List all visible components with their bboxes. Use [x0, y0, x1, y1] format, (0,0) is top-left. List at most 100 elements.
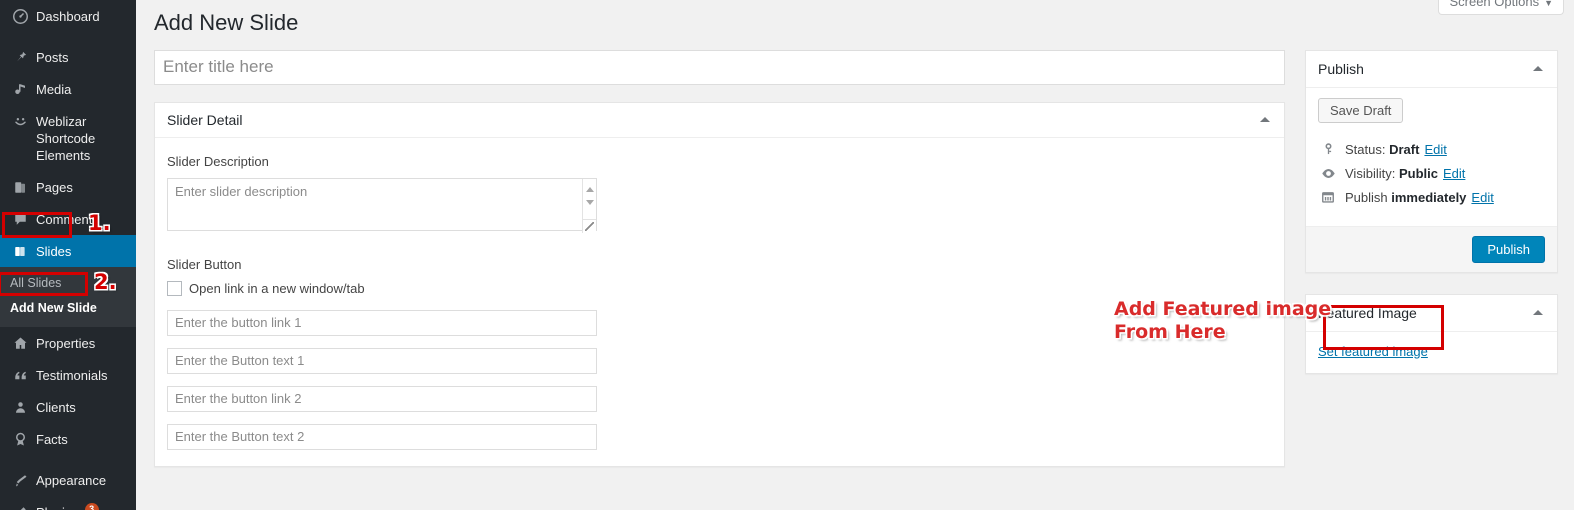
- dashboard-icon: [10, 7, 30, 25]
- publish-status-label: Status:: [1345, 141, 1386, 157]
- publish-panel-header[interactable]: Publish: [1306, 51, 1557, 88]
- clients-icon: [10, 398, 30, 416]
- annotation-step-1: 1.: [88, 211, 111, 235]
- sidebar-item-label: Slides: [36, 244, 72, 259]
- editor-sidebar-column: Publish Save Draft Status: Draft Edit Vi…: [1305, 49, 1558, 374]
- sidebar-item-testimonials[interactable]: Testimonials: [0, 359, 136, 391]
- featured-image-panel-body: Set featured image: [1306, 332, 1557, 373]
- chevron-up-icon[interactable]: [1260, 117, 1270, 123]
- open-new-window-label: Open link in a new window/tab: [189, 280, 365, 296]
- publish-visibility-label: Visibility:: [1345, 165, 1396, 181]
- set-featured-image-link[interactable]: Set featured image: [1318, 344, 1428, 359]
- sidebar-item-dashboard[interactable]: Dashboard: [0, 0, 136, 32]
- sidebar-item-label: Properties: [36, 336, 96, 351]
- slider-description-textarea[interactable]: [167, 177, 597, 231]
- smiley-icon: [10, 112, 30, 130]
- eye-icon: [1318, 166, 1338, 181]
- sidebar-item-properties[interactable]: Properties: [0, 327, 136, 359]
- sidebar-separator: [0, 32, 136, 41]
- page-title: Add New Slide: [154, 10, 299, 35]
- annotation-featured-image-note: Add Featured image From Here: [1114, 298, 1331, 344]
- calendar-icon: [1318, 190, 1338, 204]
- media-icon: [10, 80, 30, 98]
- sidebar-item-label: Posts: [36, 50, 69, 65]
- slider-detail-panel: Slider Detail Slider Description Enter s…: [154, 101, 1285, 467]
- sidebar-item-label: Dashboard: [36, 9, 100, 24]
- main-content: Screen Options ▼ Add New Slide Slider Det…: [136, 0, 1574, 510]
- sidebar-item-label: Clients: [36, 400, 76, 415]
- sidebar-item-weblizar-shortcode-elements[interactable]: Weblizar Shortcode Elements: [0, 105, 136, 171]
- sidebar-item-posts[interactable]: Posts: [0, 41, 136, 73]
- screen-options-toggle[interactable]: Screen Options ▼: [1438, 0, 1564, 15]
- featured-image-panel: Featured Image Set featured image: [1305, 293, 1558, 374]
- slider-detail-panel-title: Slider Detail: [167, 111, 243, 128]
- save-draft-button[interactable]: Save Draft: [1318, 97, 1404, 123]
- slider-detail-panel-header[interactable]: Slider Detail: [155, 103, 1284, 138]
- featured-image-panel-header[interactable]: Featured Image: [1306, 295, 1557, 332]
- sidebar-item-label: Testimonials: [36, 368, 108, 383]
- sidebar-item-label: Plugins: [36, 503, 79, 510]
- edit-visibility-link[interactable]: Edit: [1443, 166, 1465, 181]
- sidebar-item-label: Media: [36, 82, 72, 97]
- sidebar-item-facts[interactable]: Facts: [0, 423, 136, 455]
- featured-image-panel-title: Featured Image: [1318, 304, 1417, 321]
- sidebar-item-label: Appearance: [36, 473, 107, 488]
- quote-icon: [10, 366, 30, 384]
- slider-description-wrapper: [167, 177, 597, 234]
- sidebar-separator: [0, 455, 136, 464]
- editor-main-column: Slider Detail Slider Description: [154, 49, 1285, 467]
- sidebar-item-appearance[interactable]: Appearance: [0, 464, 136, 496]
- publish-status-row: Status: Draft Edit: [1318, 142, 1545, 157]
- plug-icon: [10, 503, 30, 510]
- button-text-2-input[interactable]: [167, 423, 597, 450]
- plugins-update-badge: 3: [84, 503, 99, 510]
- comments-icon: [10, 210, 30, 228]
- sidebar-item-plugins[interactable]: Plugins 3: [0, 496, 136, 510]
- chevron-up-icon[interactable]: [1533, 66, 1543, 72]
- slides-icon: [10, 242, 30, 260]
- button-link-1-input[interactable]: [167, 309, 597, 336]
- scroll-down-arrow-icon[interactable]: [585, 199, 594, 205]
- chevron-down-icon: ▼: [1544, 0, 1553, 8]
- submenu-item-label: All Slides: [10, 276, 62, 290]
- edit-schedule-link[interactable]: Edit: [1471, 190, 1493, 205]
- slider-description-label: Slider Description: [167, 153, 269, 169]
- home-icon: [10, 334, 30, 352]
- sidebar-item-slides[interactable]: Slides: [0, 235, 136, 267]
- key-icon: [1318, 142, 1338, 156]
- button-text-1-input[interactable]: [167, 347, 597, 374]
- open-new-window-row[interactable]: Open link in a new window/tab: [167, 280, 1272, 296]
- button-link-2-input[interactable]: [167, 385, 597, 412]
- publish-visibility-value: Public: [1398, 165, 1438, 181]
- chevron-up-icon[interactable]: [1533, 310, 1543, 316]
- publish-button[interactable]: Publish: [1472, 235, 1545, 263]
- publish-schedule-value: immediately: [1391, 189, 1467, 205]
- post-title-input[interactable]: [154, 49, 1285, 85]
- edit-status-link[interactable]: Edit: [1424, 142, 1446, 157]
- sidebar-item-clients[interactable]: Clients: [0, 391, 136, 423]
- open-new-window-checkbox[interactable]: [167, 280, 182, 296]
- sidebar-item-comments[interactable]: Comments: [0, 203, 136, 235]
- sidebar-item-label: Facts: [36, 432, 68, 447]
- pages-icon: [10, 178, 30, 196]
- publish-panel-footer: Publish: [1306, 225, 1557, 272]
- brush-icon: [10, 471, 30, 489]
- pin-icon: [10, 48, 30, 66]
- slider-button-label: Slider Button: [167, 256, 242, 272]
- sidebar-item-media[interactable]: Media: [0, 73, 136, 105]
- publish-panel-body: Save Draft Status: Draft Edit Visibility…: [1306, 88, 1557, 226]
- editor-columns: Slider Detail Slider Description: [154, 49, 1558, 467]
- publish-visibility-row: Visibility: Public Edit: [1318, 166, 1545, 181]
- sidebar-item-pages[interactable]: Pages: [0, 171, 136, 203]
- publish-status-value: Draft: [1389, 141, 1420, 157]
- publish-schedule-row: Publish immediately Edit: [1318, 190, 1545, 205]
- admin-sidebar: Dashboard Posts Media Weblizar Shortcode…: [0, 0, 136, 510]
- submenu-item-add-new-slide[interactable]: Add New Slide: [0, 296, 136, 321]
- publish-panel-title: Publish: [1318, 60, 1364, 77]
- award-icon: [10, 430, 30, 448]
- publish-schedule-label: Publish: [1345, 189, 1388, 205]
- annotation-step-2: 2.: [94, 270, 117, 294]
- textarea-resize-grip[interactable]: [582, 218, 596, 233]
- wordpress-admin-screen: Dashboard Posts Media Weblizar Shortcode…: [0, 0, 1574, 510]
- scroll-up-arrow-icon[interactable]: [585, 186, 594, 192]
